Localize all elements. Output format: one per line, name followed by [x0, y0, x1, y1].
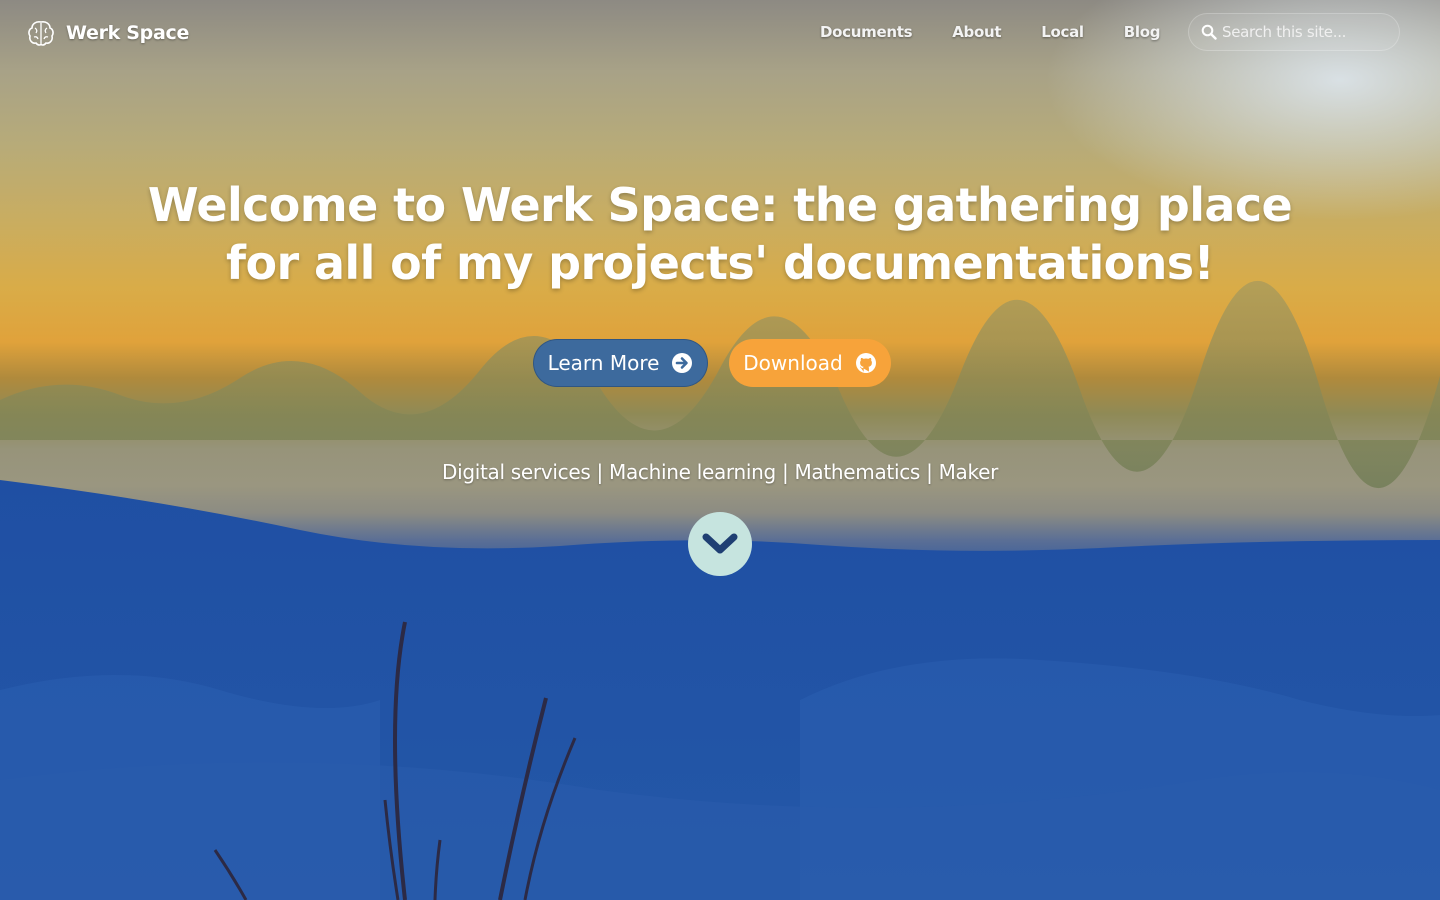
- search-icon: [1201, 24, 1217, 40]
- chevron-down-icon: [702, 533, 738, 554]
- page-title: Welcome to Werk Space: the gathering pla…: [120, 176, 1320, 292]
- scroll-down-button[interactable]: [688, 512, 752, 576]
- brain-icon: [28, 21, 54, 46]
- landscape-illustration: [0, 280, 1440, 900]
- download-label: Download: [743, 351, 843, 375]
- search-input[interactable]: [1222, 23, 1392, 41]
- nav-item-documents[interactable]: Documents: [820, 23, 913, 41]
- download-button[interactable]: Download: [729, 339, 891, 387]
- hero-background: [0, 0, 1440, 900]
- brand-name: Werk Space: [66, 22, 190, 44]
- learn-more-button[interactable]: Learn More: [533, 339, 708, 387]
- nav-item-local[interactable]: Local: [1041, 23, 1084, 41]
- page-title-line-1: Welcome to Werk Space: the gathering pla…: [147, 178, 1293, 232]
- brand[interactable]: Werk Space: [26, 16, 189, 50]
- learn-more-label: Learn More: [547, 351, 660, 375]
- nav-item-blog[interactable]: Blog: [1124, 23, 1161, 41]
- page-title-line-2: for all of my projects' documentations!: [226, 236, 1215, 290]
- nav-item-about[interactable]: About: [952, 23, 1001, 41]
- main-nav: Documents About Local Blog: [800, 18, 1200, 46]
- arrow-circle-right-icon: [672, 353, 693, 373]
- search-box[interactable]: [1188, 13, 1400, 51]
- tagline: Digital services | Machine learning | Ma…: [441, 460, 998, 484]
- github-icon: [855, 353, 876, 373]
